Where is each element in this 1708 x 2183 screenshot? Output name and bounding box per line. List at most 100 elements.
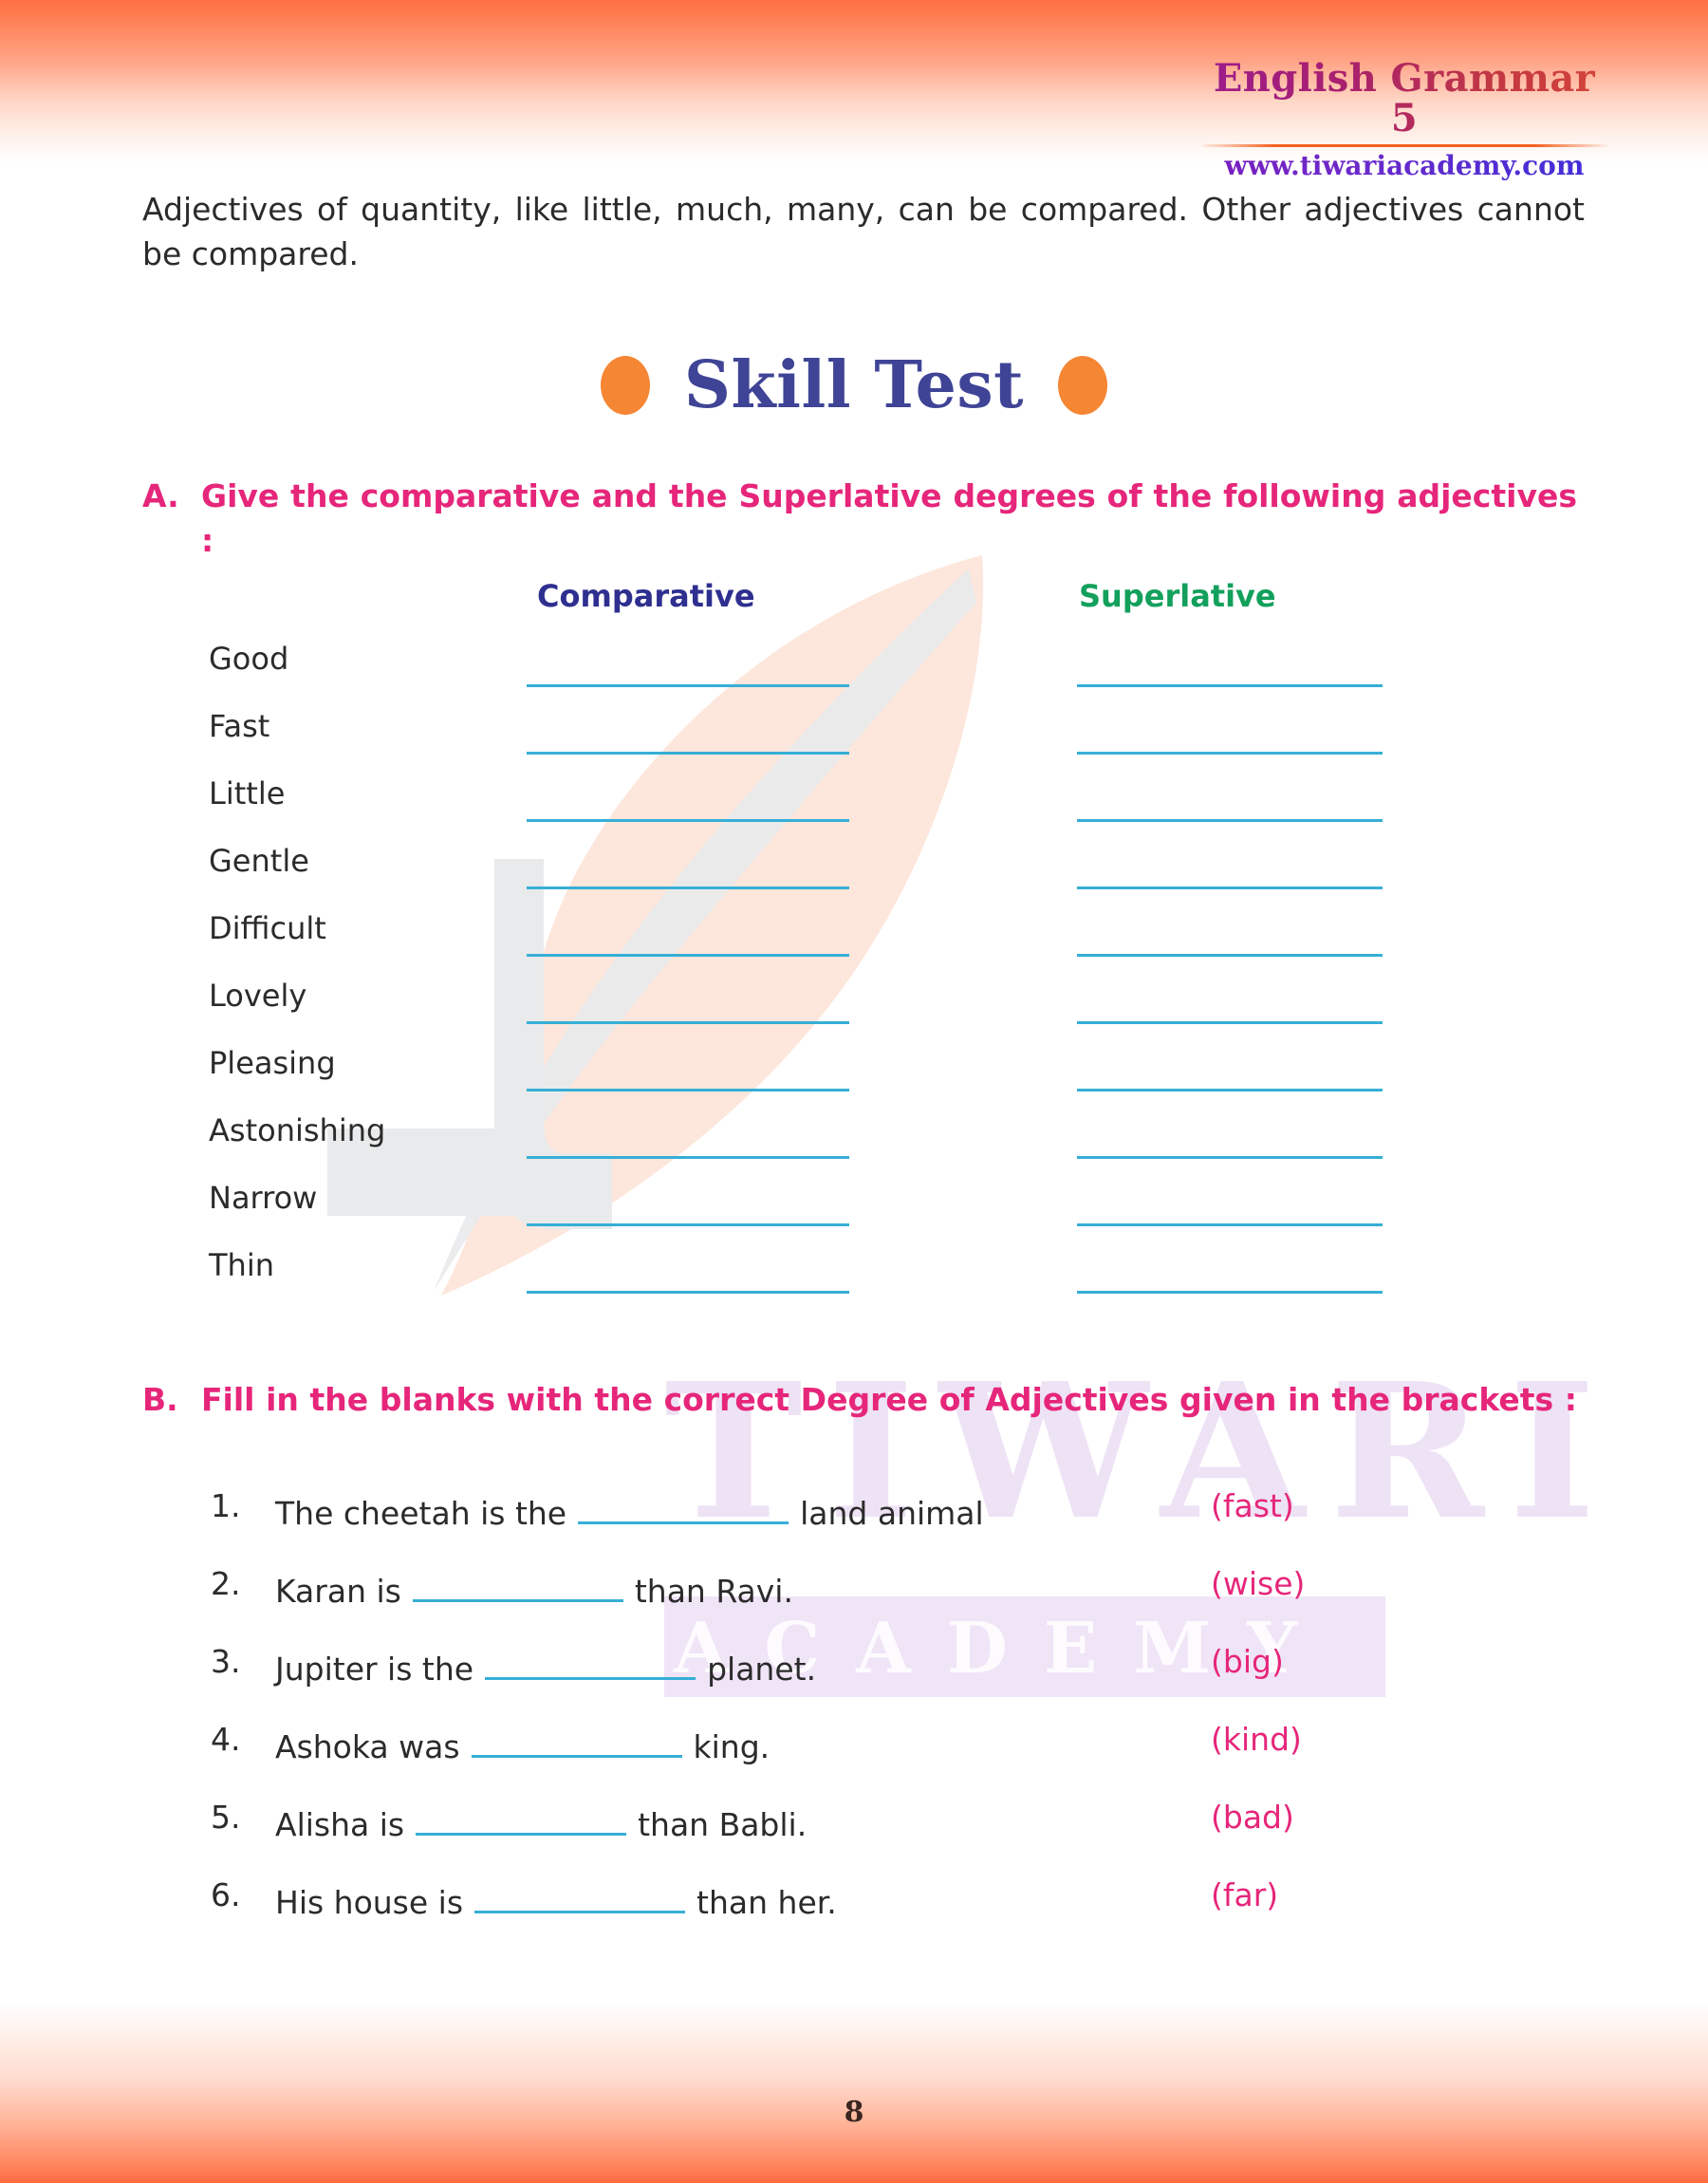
fill-blank-question-row: 2. Karan is than Ravi. (wise)	[0, 1568, 1708, 1646]
brand-header: English Grammar 5 www.tiwariacademy.com	[1196, 59, 1613, 181]
adjective-row: Narrow	[0, 1183, 1708, 1250]
adjective-row: Little	[0, 778, 1708, 846]
question-number: 5.	[211, 1799, 241, 1836]
section-a-heading: A. Give the comparative and the Superlat…	[142, 475, 1577, 608]
adjective-row: Pleasing	[0, 1048, 1708, 1115]
book-title: English Grammar 5	[1196, 59, 1613, 139]
superlative-answer-blank[interactable]	[1077, 886, 1383, 889]
question-number: 1.	[211, 1487, 241, 1524]
adjective-hint: (fast)	[1211, 1487, 1294, 1524]
comparative-answer-blank[interactable]	[527, 1291, 849, 1294]
adjective-hint: (wise)	[1211, 1565, 1306, 1602]
adjective-hint: (bad)	[1211, 1799, 1294, 1836]
answer-blank[interactable]	[485, 1646, 696, 1680]
adjective-label: Difficult	[209, 910, 326, 946]
answer-blank[interactable]	[578, 1490, 789, 1524]
question-body: His house is than her.	[275, 1879, 837, 1918]
superlative-answer-blank[interactable]	[1077, 1223, 1383, 1226]
page-canvas: TIWARI ACADEMY English Grammar 5 www.tiw…	[0, 0, 1708, 2183]
fill-blank-question-row: 5. Alisha is than Babli. (bad)	[0, 1801, 1708, 1879]
comparative-answer-blank[interactable]	[527, 1223, 849, 1226]
question-text-before-blank: The cheetah is the	[275, 1495, 567, 1532]
adjective-label: Lovely	[209, 978, 307, 1014]
question-text-after-blank: than her.	[696, 1884, 837, 1921]
superlative-answer-blank[interactable]	[1077, 1021, 1383, 1024]
comparative-answer-blank[interactable]	[527, 684, 849, 687]
adjective-label: Narrow	[209, 1180, 318, 1216]
question-text-after-blank: land animal	[800, 1495, 984, 1532]
comparative-answer-blank[interactable]	[527, 1089, 849, 1092]
question-text-before-blank: Alisha is	[275, 1806, 405, 1843]
fill-blank-question-list: 1. The cheetah is the land animal (fast) 2. K…	[0, 1490, 1708, 1957]
brand-website-url[interactable]: www.tiwariacademy.com	[1196, 151, 1613, 181]
adjective-row: Thin	[0, 1250, 1708, 1317]
question-text-before-blank: Jupiter is the	[275, 1651, 474, 1688]
superlative-answer-blank[interactable]	[1077, 1291, 1383, 1294]
superlative-answer-blank[interactable]	[1077, 684, 1383, 687]
answer-blank[interactable]	[471, 1724, 682, 1758]
fill-blank-question-row: 3. Jupiter is the planet. (big)	[0, 1646, 1708, 1724]
adjective-row: Fast	[0, 711, 1708, 778]
adjective-row: Gentle	[0, 846, 1708, 913]
superlative-answer-blank[interactable]	[1077, 1156, 1383, 1159]
orange-dot-icon-right	[1058, 356, 1108, 415]
question-text-after-blank: than Ravi.	[634, 1573, 793, 1610]
adjective-hint: (big)	[1211, 1643, 1284, 1680]
question-text-after-blank: than Babli.	[638, 1806, 808, 1843]
question-body: Ashoka was king.	[275, 1724, 770, 1763]
question-text-after-blank: planet.	[707, 1651, 817, 1688]
question-body: Jupiter is the planet.	[275, 1646, 816, 1685]
section-a-text: Give the comparative and the Superlative…	[201, 477, 1577, 559]
adjective-table: Good Fast Little Gentle Difficult Lovely Pleas…	[0, 644, 1708, 1317]
fill-blank-question-row: 1. The cheetah is the land animal (fast)	[0, 1490, 1708, 1568]
adjective-hint: (kind)	[1211, 1721, 1302, 1758]
question-text-before-blank: Ashoka was	[275, 1728, 460, 1765]
question-number: 4.	[211, 1721, 241, 1758]
section-b-letter: B.	[142, 1381, 178, 1418]
superlative-answer-blank[interactable]	[1077, 819, 1383, 822]
adjective-hint: (far)	[1211, 1876, 1279, 1913]
comparative-answer-blank[interactable]	[527, 954, 849, 957]
question-body: The cheetah is the land animal	[275, 1490, 984, 1529]
adjective-row: Good	[0, 644, 1708, 711]
column-header-superlative: Superlative	[1079, 578, 1276, 614]
adjective-label: Good	[209, 641, 289, 677]
question-number: 2.	[211, 1565, 241, 1602]
question-number: 6.	[211, 1876, 241, 1913]
adjective-row: Difficult	[0, 913, 1708, 980]
answer-blank[interactable]	[474, 1879, 686, 1913]
adjective-label: Gentle	[209, 843, 309, 879]
question-body: Karan is than Ravi.	[275, 1568, 793, 1607]
section-a-letter: A.	[142, 477, 179, 514]
adjective-label: Little	[209, 775, 286, 812]
intro-paragraph: Adjectives of quantity, like little, muc…	[142, 191, 1585, 272]
comparative-answer-blank[interactable]	[527, 819, 849, 822]
fill-blank-question-row: 4. Ashoka was king. (kind)	[0, 1724, 1708, 1801]
brand-divider	[1201, 144, 1607, 147]
question-body: Alisha is than Babli.	[275, 1801, 807, 1840]
adjective-row: Lovely	[0, 980, 1708, 1048]
fill-blank-question-row: 6. His house is than her. (far)	[0, 1879, 1708, 1957]
comparative-answer-blank[interactable]	[527, 1156, 849, 1159]
question-text-before-blank: Karan is	[275, 1573, 401, 1610]
skill-test-banner: Skill Test	[0, 353, 1708, 418]
superlative-answer-blank[interactable]	[1077, 954, 1383, 957]
adjective-label: Astonishing	[209, 1112, 386, 1148]
section-b-heading: B. Fill in the blanks with the correct D…	[142, 1378, 1577, 1467]
superlative-answer-blank[interactable]	[1077, 752, 1383, 755]
comparative-answer-blank[interactable]	[527, 1021, 849, 1024]
adjective-label: Fast	[209, 708, 270, 744]
adjective-row: Astonishing	[0, 1115, 1708, 1183]
adjective-label: Thin	[209, 1247, 274, 1283]
answer-blank[interactable]	[412, 1568, 623, 1602]
column-header-comparative: Comparative	[537, 578, 755, 614]
comparative-answer-blank[interactable]	[527, 886, 849, 889]
skill-test-title: Skill Test	[683, 347, 1025, 423]
question-text-before-blank: His house is	[275, 1884, 464, 1921]
question-number: 3.	[211, 1643, 241, 1680]
comparative-answer-blank[interactable]	[527, 752, 849, 755]
section-b-text: Fill in the blanks with the correct Degr…	[201, 1381, 1577, 1418]
question-text-after-blank: king.	[693, 1728, 770, 1765]
superlative-answer-blank[interactable]	[1077, 1089, 1383, 1092]
answer-blank[interactable]	[416, 1801, 627, 1836]
